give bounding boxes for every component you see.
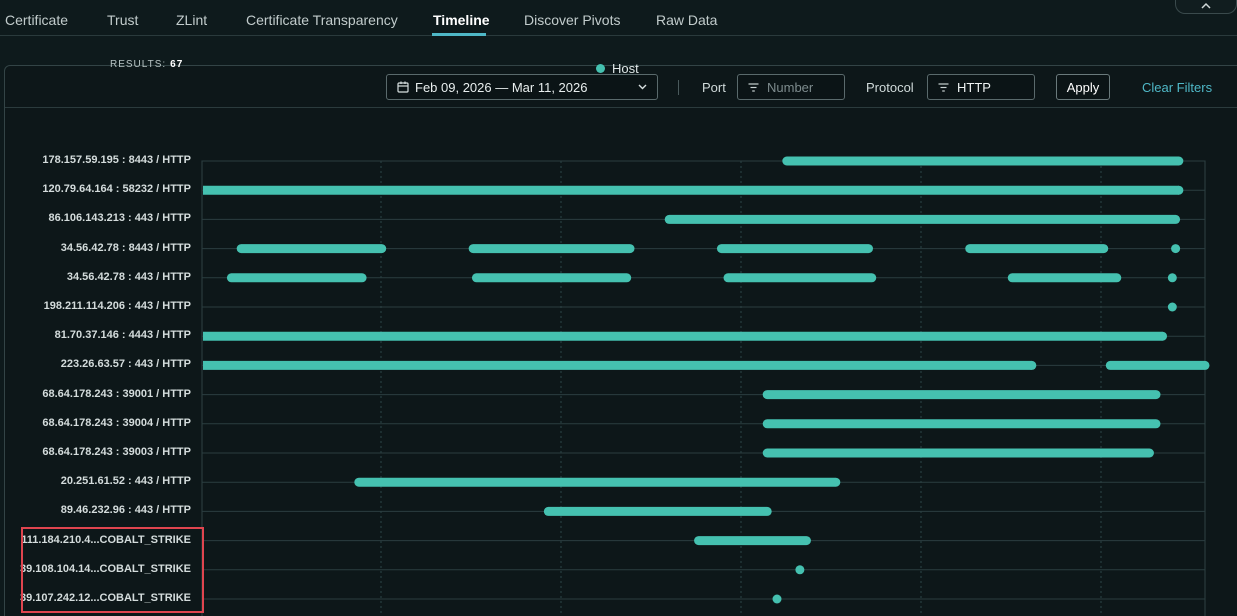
row-label: 198.211.114.206 : 443 / HTTP [43,300,191,312]
row-label: 34.56.42.78 : 8443 / HTTP [60,241,191,254]
timeline-point[interactable] [1171,244,1181,254]
highlight-annotation [21,527,204,613]
timeline-point[interactable] [772,594,782,604]
timeline-bar-cap [1174,185,1184,195]
row-label: 68.64.178.243 : 39004 / HTTP [42,416,191,429]
timeline-point[interactable] [1167,302,1177,312]
row-label: 68.64.178.243 : 39003 / HTTP [42,446,191,458]
row-label: 178.157.59.195 : 8443 / HTTP [42,154,191,166]
row-label: 68.64.178.243 : 39001 / HTTP [42,387,191,400]
timeline-point[interactable] [795,565,805,575]
row-label: 20.251.61.52 : 443 / HTTP [60,475,191,488]
row-label: 86.106.143.213 : 443 / HTTP [48,212,191,225]
row-label: 34.56.42.78 : 443 / HTTP [66,270,191,283]
plot-area [201,160,1206,616]
timeline-point[interactable] [1167,273,1177,283]
timeline-bar-cap [1027,360,1037,370]
row-label: 223.26.63.57 : 443 / HTTP [60,358,191,371]
row-label: 81.70.37.146 : 4443 / HTTP [54,329,191,342]
timeline-bar-cap [1158,331,1168,341]
row-label: 120.79.64.164 : 58232 / HTTP [42,183,191,196]
row-label: 89.46.232.96 : 443 / HTTP [60,504,191,517]
